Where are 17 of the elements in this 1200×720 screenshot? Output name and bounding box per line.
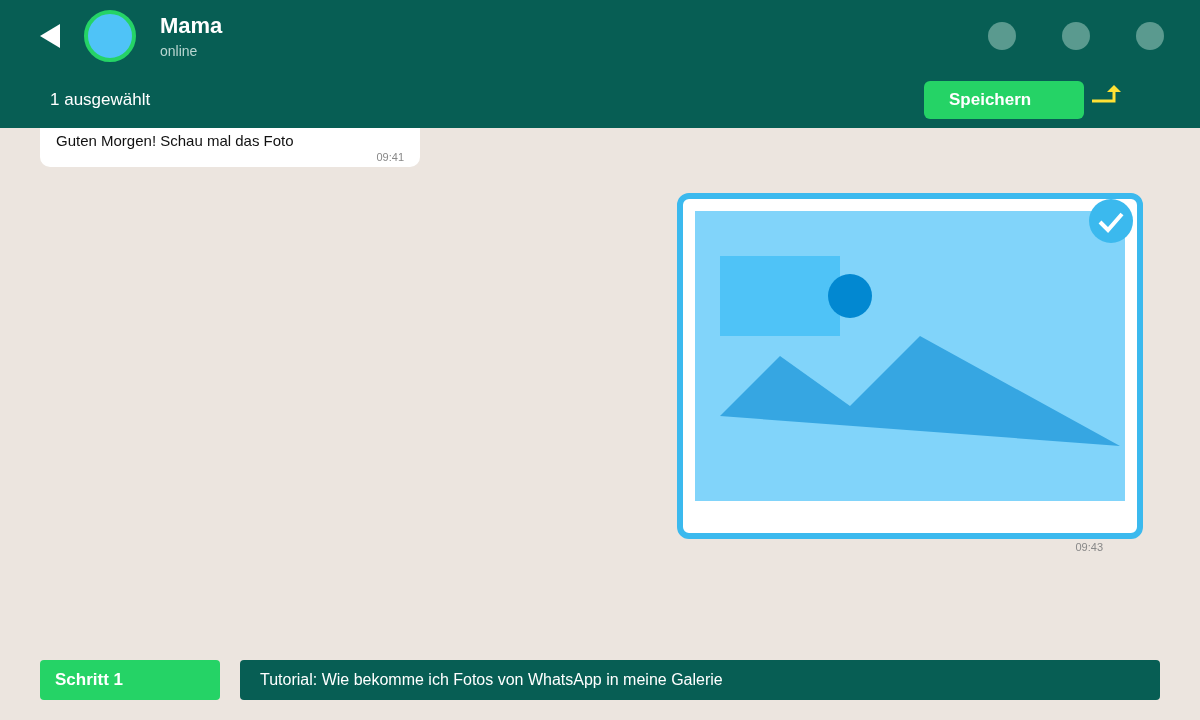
message-time: 09:43 <box>1075 541 1103 553</box>
back-icon[interactable] <box>40 24 60 48</box>
arrow-icon <box>1092 85 1122 105</box>
checkmark-icon <box>1089 199 1133 243</box>
selection-count: 1 ausgewählt <box>50 90 152 110</box>
toolbar-icon[interactable] <box>1136 22 1164 50</box>
contact-name: Mama <box>160 13 224 39</box>
message-bubble[interactable]: Guten Morgen! Schau mal das Foto 09:41 <box>40 128 420 167</box>
message-time: 09:41 <box>376 151 404 163</box>
toolbar-icon[interactable] <box>988 22 1016 50</box>
avatar[interactable] <box>84 10 136 62</box>
message-text: Guten Morgen! Schau mal das Foto <box>56 132 295 149</box>
toolbar-icon[interactable] <box>1062 22 1090 50</box>
contact-status: online <box>160 43 199 59</box>
tutorial-caption: Tutorial: Wie bekomme ich Fotos von WhatsApp in meine Galerie <box>240 660 1160 700</box>
step-label: Schritt 1 <box>40 660 220 700</box>
image-message[interactable] <box>677 193 1143 539</box>
